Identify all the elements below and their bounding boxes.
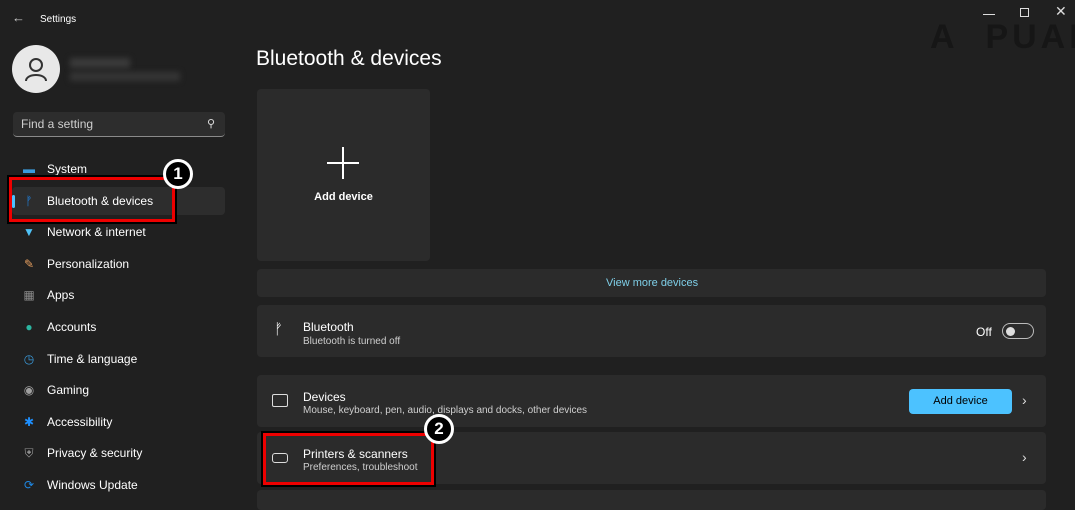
sidebar-item-label: Network & internet: [47, 225, 146, 239]
sidebar-item-label: System: [47, 162, 87, 176]
page-title: Bluetooth & devices: [256, 47, 442, 71]
view-more-devices-link[interactable]: View more devices: [606, 277, 698, 289]
sidebar-item-label: Windows Update: [47, 478, 138, 492]
add-device-tile-label: Add device: [257, 191, 430, 203]
chevron-right-icon[interactable]: ›: [1022, 392, 1027, 408]
sidebar-item-label: Privacy & security: [47, 446, 142, 460]
chevron-right-icon[interactable]: ›: [1022, 449, 1027, 465]
sidebar-item-privacy-security[interactable]: ⛨ Privacy & security: [12, 439, 225, 467]
wifi-icon: ▼: [22, 225, 36, 239]
bluetooth-subtitle: Bluetooth is turned off: [303, 336, 400, 347]
keyboard-device-icon: [272, 394, 288, 407]
person-icon: ●: [22, 320, 36, 334]
sidebar-item-label: Accounts: [47, 320, 96, 334]
sidebar-item-apps[interactable]: ▦ Apps: [12, 281, 225, 309]
bluetooth-icon: ᚠ: [274, 321, 283, 338]
devices-title: Devices: [303, 390, 346, 404]
accessibility-icon: ✱: [22, 415, 36, 429]
annotation-box-1: [9, 177, 175, 222]
sidebar-item-accounts[interactable]: ● Accounts: [12, 313, 225, 341]
monitor-icon: ▬: [22, 162, 36, 176]
window-title: Settings: [40, 14, 76, 25]
bluetooth-toggle-label: Off: [976, 325, 992, 339]
add-device-button[interactable]: Add device: [909, 389, 1012, 414]
next-card[interactable]: [257, 490, 1046, 510]
brush-icon: ✎: [22, 257, 36, 271]
bluetooth-title: Bluetooth: [303, 320, 354, 334]
sidebar-item-personalization[interactable]: ✎ Personalization: [12, 250, 225, 278]
search-box[interactable]: ⚲: [13, 112, 225, 137]
search-input[interactable]: [21, 117, 191, 131]
clock-globe-icon: ◷: [22, 352, 36, 366]
bluetooth-toggle[interactable]: [1002, 323, 1034, 339]
minimize-button[interactable]: [983, 5, 995, 15]
bluetooth-card: ᚠ Bluetooth Bluetooth is turned off Off: [257, 305, 1046, 357]
search-icon[interactable]: ⚲: [207, 117, 215, 130]
account-email-blurred: [70, 72, 180, 81]
gamepad-icon: ◉: [22, 383, 36, 397]
annotation-badge-2: 2: [424, 414, 454, 444]
annotation-box-2: [263, 433, 434, 485]
sidebar-item-label: Gaming: [47, 383, 89, 397]
watermark-logo: A PUALS: [930, 18, 1075, 57]
sidebar-item-windows-update[interactable]: ⟳ Windows Update: [12, 471, 225, 499]
add-device-tile[interactable]: Add device: [257, 89, 430, 261]
sidebar-item-time-language[interactable]: ◷ Time & language: [12, 345, 225, 373]
sidebar-item-label: Apps: [47, 288, 74, 302]
devices-card[interactable]: Devices Mouse, keyboard, pen, audio, dis…: [257, 375, 1046, 427]
update-icon: ⟳: [22, 478, 36, 492]
account-name-blurred: [70, 58, 130, 68]
back-button[interactable]: ←: [12, 10, 25, 25]
sidebar-item-label: Accessibility: [47, 415, 112, 429]
restore-button[interactable]: [1020, 8, 1029, 17]
shield-icon: ⛨: [22, 446, 36, 460]
view-more-bar: View more devices: [257, 269, 1046, 297]
sidebar-item-accessibility[interactable]: ✱ Accessibility: [12, 408, 225, 436]
close-button[interactable]: ✕: [1055, 3, 1067, 20]
plus-icon: [327, 147, 359, 179]
avatar[interactable]: [12, 45, 60, 93]
sidebar-item-gaming[interactable]: ◉ Gaming: [12, 376, 225, 404]
person-icon: [23, 56, 49, 82]
sidebar-item-network-internet[interactable]: ▼ Network & internet: [12, 218, 225, 246]
sidebar-item-label: Personalization: [47, 257, 129, 271]
annotation-badge-1: 1: [163, 159, 193, 189]
sidebar-item-label: Time & language: [47, 352, 137, 366]
apps-icon: ▦: [22, 288, 36, 302]
